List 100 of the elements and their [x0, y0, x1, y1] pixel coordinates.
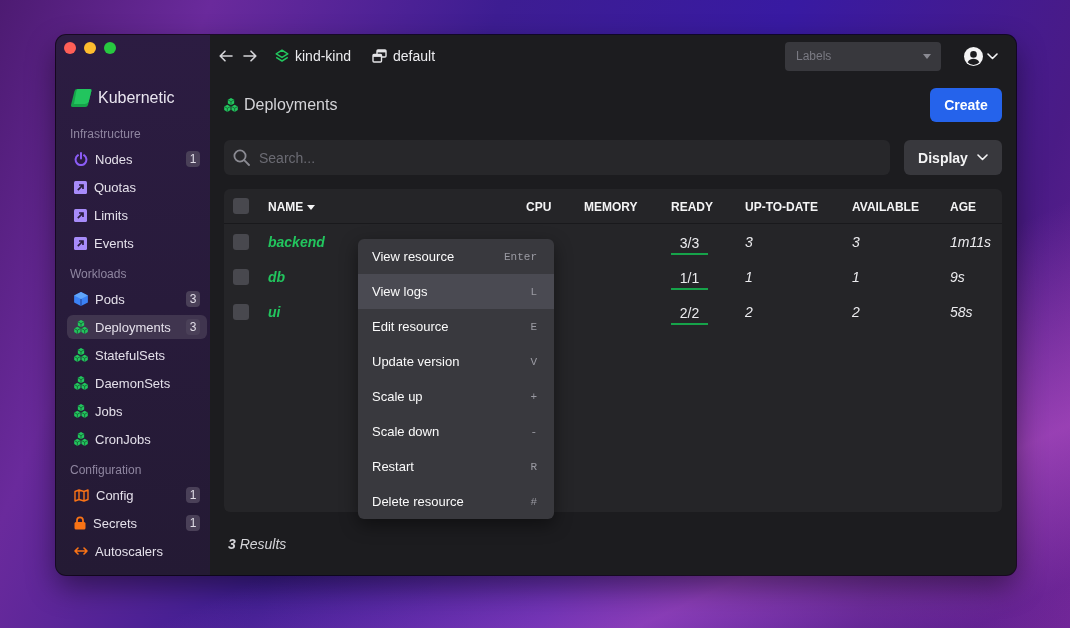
ready-count: 3/3 [671, 234, 708, 255]
cubes-icon [74, 404, 88, 418]
layers-icon [275, 49, 289, 63]
ready-count: 1/1 [671, 269, 708, 290]
arrow-square-icon [74, 236, 87, 250]
table-cell: 9s [950, 268, 965, 285]
resource-link[interactable]: backend [268, 233, 325, 250]
checkbox[interactable] [233, 233, 249, 250]
shortcut-hint: R [530, 460, 537, 473]
account-icon[interactable] [964, 46, 983, 66]
sidebar-item[interactable]: Pods 3 [67, 287, 207, 311]
count-badge: 1 [186, 515, 200, 531]
ready-count: 2/2 [671, 304, 708, 325]
column-header[interactable]: AVAILABLE [852, 200, 919, 214]
sidebar-item[interactable]: Config 1 [67, 483, 207, 507]
table-cell: 3 [745, 233, 753, 250]
create-button[interactable]: Create [930, 88, 1002, 122]
namespace-button[interactable]: default [372, 44, 436, 68]
forward-icon[interactable] [243, 50, 257, 62]
chevron-down-icon[interactable] [987, 52, 998, 60]
cubes-icon [224, 98, 238, 112]
menu-item[interactable]: Scale down - [358, 414, 554, 449]
count-badge: 3 [186, 319, 200, 335]
column-header[interactable]: NAME [268, 200, 316, 214]
caret-down-icon [923, 53, 931, 59]
count-badge: 1 [186, 487, 200, 503]
sidebar-item[interactable]: Autoscalers [67, 539, 207, 563]
sidebar-item[interactable]: Limits [67, 203, 207, 227]
sidebar-item[interactable]: Events [67, 231, 207, 255]
menu-item[interactable]: Scale up + [358, 379, 554, 414]
checkbox[interactable] [233, 198, 249, 214]
arrow-square-icon [74, 208, 87, 222]
arrow-square-icon [74, 180, 87, 194]
back-icon[interactable] [219, 50, 233, 62]
display-button[interactable]: Display [904, 140, 1002, 175]
cubes-icon [74, 376, 88, 390]
column-header[interactable]: MEMORY [584, 200, 638, 214]
column-header[interactable]: READY [671, 200, 713, 214]
cubes-icon [74, 320, 88, 334]
maximize-icon[interactable] [104, 42, 116, 54]
table-cell: 1 [745, 268, 753, 285]
resource-link[interactable]: db [268, 268, 286, 285]
section-title: Configuration [70, 462, 143, 478]
shortcut-hint: Enter [504, 250, 537, 263]
menu-item[interactable]: Edit resource E [358, 309, 554, 344]
shortcut-hint: E [530, 320, 537, 333]
app-name: Kubernetic [98, 89, 175, 107]
logo-icon [70, 87, 92, 109]
sidebar-item[interactable]: Secrets 1 [67, 511, 207, 535]
minimize-icon[interactable] [84, 42, 96, 54]
count-badge: 3 [186, 291, 200, 307]
menu-item[interactable]: Update version V [358, 344, 554, 379]
table-cell: 1 [852, 268, 860, 285]
power-icon [74, 152, 88, 166]
menu-item[interactable]: View logs L [358, 274, 554, 309]
windows-icon [372, 49, 388, 63]
section-title: Infrastructure [70, 126, 142, 142]
menu-item[interactable]: Delete resource # [358, 484, 554, 519]
checkbox[interactable] [233, 303, 249, 320]
search-field[interactable]: Search... [224, 140, 890, 175]
cubes-icon [74, 348, 88, 362]
sidebar-item[interactable]: Jobs [67, 399, 207, 423]
menu-item[interactable]: Restart R [358, 449, 554, 484]
page-title: Deployments [244, 96, 338, 114]
resource-link[interactable]: ui [268, 303, 281, 320]
cube-icon [74, 292, 88, 306]
map-icon [74, 488, 89, 502]
results-count: 3 Results [228, 536, 287, 552]
sidebar-item[interactable]: DaemonSets [67, 371, 207, 395]
table-cell: 1m11s [950, 233, 991, 250]
shortcut-hint: L [530, 285, 537, 298]
sidebar-item[interactable]: Nodes 1 [67, 147, 207, 171]
search-icon [233, 149, 250, 166]
shortcut-hint: V [530, 355, 537, 368]
table-cell: 2 [852, 303, 860, 320]
select-placeholder: Labels [796, 49, 832, 63]
sidebar-item[interactable]: CronJobs [67, 427, 207, 451]
chevron-down-icon [976, 154, 988, 161]
shortcut-hint: - [530, 425, 537, 438]
section-title: Workloads [70, 266, 128, 282]
table-cell: 58s [950, 303, 973, 320]
menu-item[interactable]: View resource Enter [358, 239, 554, 274]
table-cell: 2 [745, 303, 753, 320]
close-icon[interactable] [64, 42, 76, 54]
checkbox[interactable] [233, 268, 249, 285]
table-cell: 3 [852, 233, 860, 250]
sidebar-item[interactable]: Quotas [67, 175, 207, 199]
shortcut-hint: # [530, 495, 537, 508]
shortcut-hint: + [530, 390, 537, 403]
cluster-context-button[interactable]: kind-kind [275, 44, 352, 68]
sidebar-item[interactable]: Deployments 3 [67, 315, 207, 339]
double-arrow-icon [74, 547, 88, 555]
caret-down-icon [307, 204, 316, 210]
cubes-icon [74, 432, 88, 446]
column-header[interactable]: UP-TO-DATE [745, 200, 818, 214]
column-header[interactable]: AGE [950, 200, 976, 214]
lock-icon [74, 516, 86, 530]
column-header[interactable]: CPU [526, 200, 552, 214]
count-badge: 1 [186, 151, 200, 167]
sidebar-item[interactable]: StatefulSets [67, 343, 207, 367]
